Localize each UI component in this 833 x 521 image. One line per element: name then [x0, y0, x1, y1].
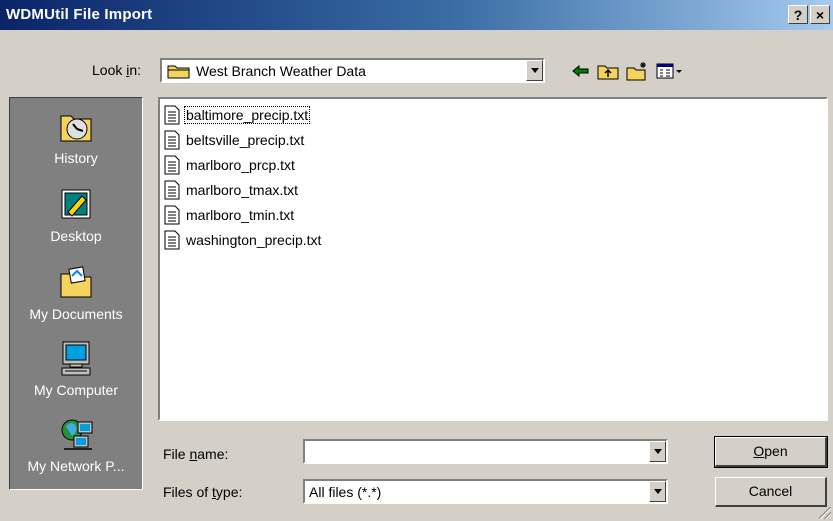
file-name-label: File name:	[163, 446, 229, 462]
file-name: washington_precip.txt	[186, 232, 322, 248]
place-label: My Documents	[29, 306, 123, 322]
file-name-combobox[interactable]	[303, 439, 668, 464]
file-type-combobox[interactable]: All files (*.*)	[303, 479, 668, 504]
look-in-label: Look in:	[92, 62, 142, 78]
file-type-dropdown-button[interactable]	[649, 481, 666, 502]
help-button[interactable]: ?	[788, 5, 808, 24]
file-name: marlboro_tmin.txt	[186, 207, 295, 223]
desktop-icon	[61, 189, 91, 219]
file-name-dropdown-button[interactable]	[649, 441, 666, 462]
view-menu-icon[interactable]	[655, 60, 685, 82]
text-file-icon	[164, 180, 180, 200]
back-arrow-icon[interactable]	[568, 60, 592, 82]
file-list[interactable]: baltimore_precip.txt beltsville_precip.t…	[158, 97, 828, 421]
text-file-icon	[164, 155, 180, 175]
folder-icon	[167, 65, 190, 79]
text-file-icon	[164, 130, 180, 150]
file-name: beltsville_precip.txt	[186, 132, 305, 148]
new-folder-icon[interactable]	[625, 60, 649, 82]
text-file-icon	[164, 205, 180, 225]
cancel-button[interactable]: Cancel	[715, 477, 827, 507]
file-name: marlboro_prcp.txt	[186, 157, 295, 173]
file-type-label: Files of type:	[163, 484, 243, 500]
close-button[interactable]: ×	[810, 5, 830, 24]
place-label: Desktop	[50, 228, 102, 244]
up-folder-icon[interactable]	[596, 60, 620, 82]
place-label: My Computer	[33, 382, 119, 398]
text-file-icon	[164, 230, 180, 250]
place-desktop[interactable]: Desktop	[10, 180, 142, 252]
window-title: WDMUtil File Import	[6, 6, 153, 23]
file-name: baltimore_precip.txt	[183, 106, 311, 124]
look-in-dropdown-button[interactable]	[526, 60, 543, 81]
look-in-combobox[interactable]: West Branch Weather Data	[160, 58, 545, 83]
place-my-documents[interactable]: My Documents	[10, 258, 142, 330]
my-documents-icon	[60, 266, 92, 298]
place-network[interactable]: My Network P...	[10, 410, 142, 482]
place-label: My Network P...	[27, 458, 125, 474]
my-computer-icon	[61, 341, 91, 376]
history-icon	[60, 115, 92, 142]
place-my-computer[interactable]: My Computer	[10, 334, 142, 406]
file-name: marlboro_tmax.txt	[186, 182, 299, 198]
open-button[interactable]: Open	[714, 436, 828, 468]
place-label: History	[54, 150, 98, 166]
places-bar: History Desktop My Documents My Computer	[9, 97, 143, 490]
file-type-value: All files (*.*)	[309, 484, 382, 500]
text-file-icon	[164, 105, 180, 125]
look-in-value: West Branch Weather Data	[196, 63, 366, 79]
resize-grip[interactable]	[819, 507, 831, 519]
network-places-icon	[61, 419, 93, 450]
place-history[interactable]: History	[10, 102, 142, 174]
title-bar: WDMUtil File Import ? ×	[0, 0, 833, 30]
